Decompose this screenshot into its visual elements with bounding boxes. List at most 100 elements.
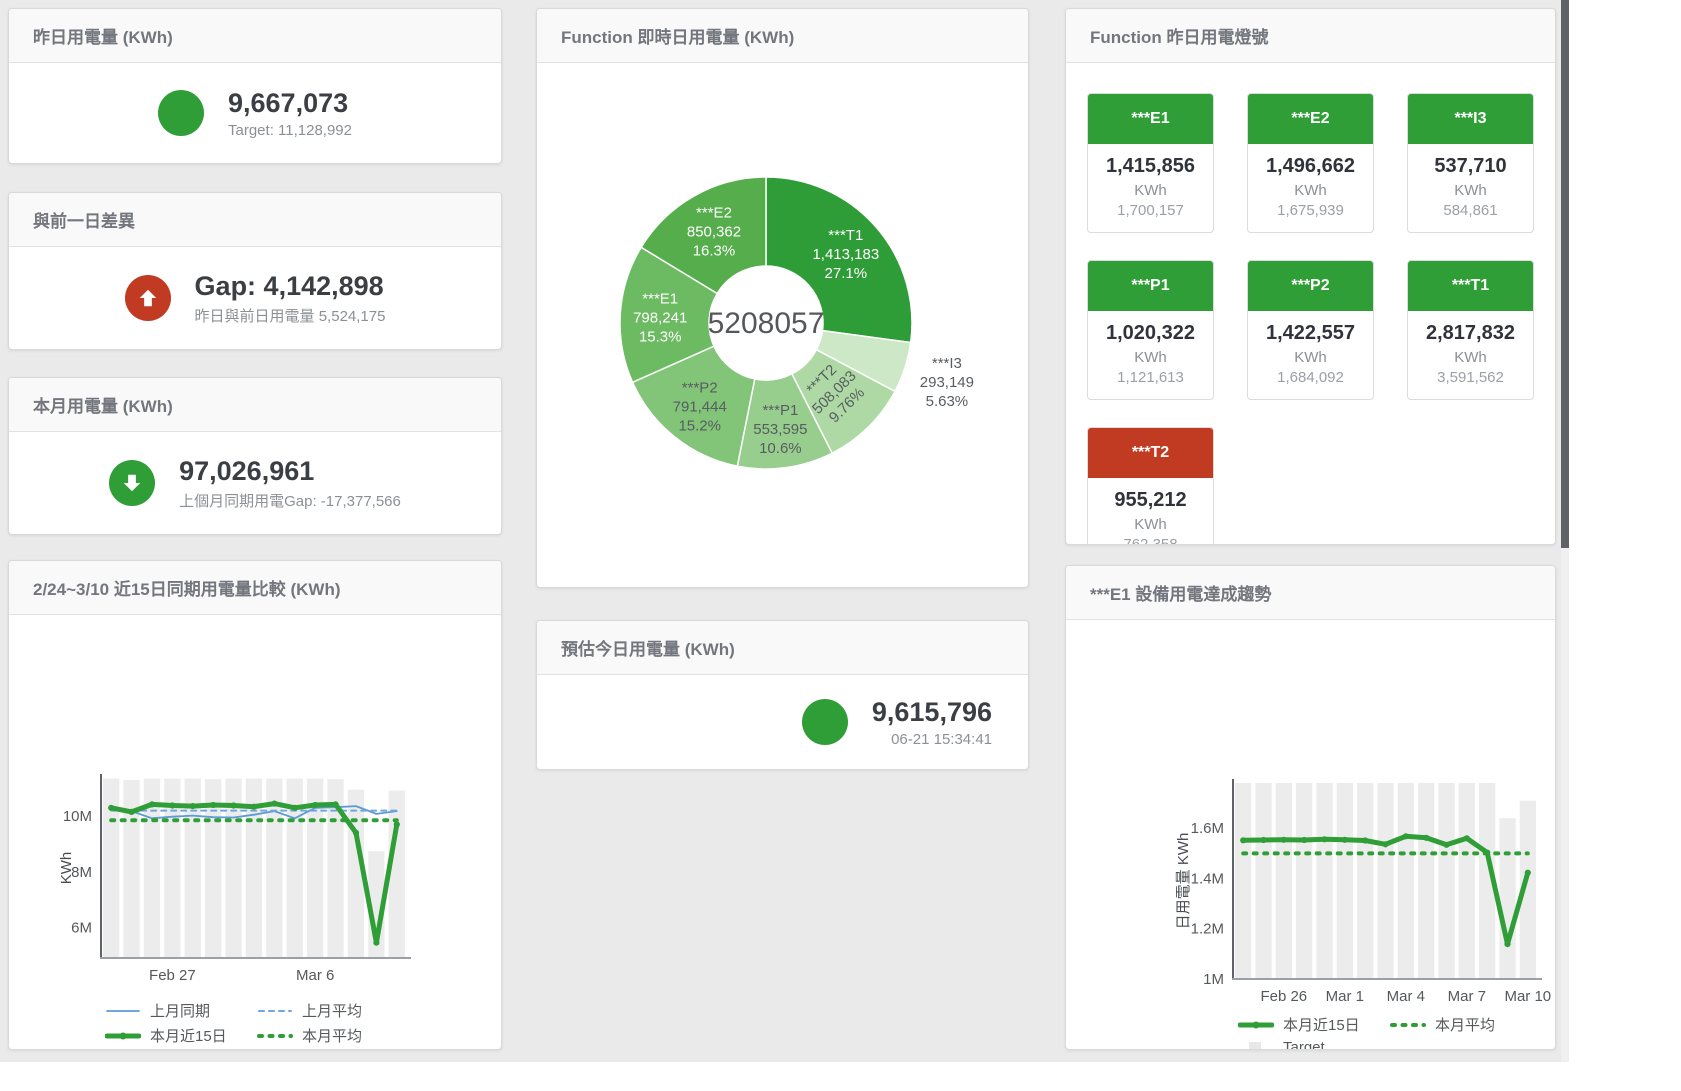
tile-header: ***E2 [1248, 94, 1373, 144]
legend-item[interactable]: 本月平均 [1390, 1014, 1542, 1035]
donut-center-total: 5208057 [708, 307, 825, 340]
tile-value: 1,422,557 [1250, 322, 1371, 345]
legend-line-sample [105, 1003, 141, 1018]
donut-slice-label: ***I3293,1495.63% [920, 355, 974, 410]
target-bars [1235, 783, 1536, 979]
light-tile-t2[interactable]: ***T2 955,212 KWh 762,358 [1087, 427, 1214, 545]
tile-value: 537,710 [1410, 155, 1531, 178]
panel-month-usage: 本月用電量 (KWh) 97,026,961 上個月同期用電Gap: -17,3… [8, 377, 502, 535]
compare-line-chart: 6M8M10MFeb 27Mar 6KWh [9, 615, 501, 991]
x-tick-label: Mar 4 [1387, 988, 1425, 1005]
x-tick-label: Feb 27 [149, 967, 196, 984]
panel-yesterday-usage: 昨日用電量 (KWh) 9,667,073 Target: 11,128,992 [8, 8, 502, 164]
stat-timestamp: 06-21 15:34:41 [872, 731, 992, 748]
tile-value: 955,212 [1090, 489, 1211, 512]
light-tile-p1[interactable]: ***P1 1,020,322 KWh 1,121,613 [1087, 260, 1214, 400]
panel-title: Function 即時日用電量 (KWh) [561, 23, 794, 48]
x-tick-label: Mar 10 [1504, 988, 1551, 1005]
legend-item[interactable]: 本月近15日 [105, 1025, 257, 1046]
compare-chart-legend: 上月同期上月平均本月近15日本月平均Target [105, 1000, 501, 1050]
legend-label: 本月近15日 [1283, 1014, 1360, 1035]
legend-item[interactable]: 上月同期 [105, 1000, 257, 1021]
tile-header: ***P1 [1088, 261, 1213, 311]
arrow-up-circle-icon [125, 275, 171, 321]
stat-subtitle: 上個月同期用電Gap: -17,377,566 [179, 490, 401, 511]
tile-header: ***T1 [1408, 261, 1533, 311]
stat-subtitle: Target: 11,128,992 [228, 122, 352, 139]
legend-label: 上月同期 [150, 1000, 210, 1021]
stat-value: Gap: 4,142,898 [195, 270, 386, 302]
tile-unit: KWh [1090, 349, 1211, 366]
tile-unit: KWh [1410, 182, 1531, 199]
panel-yesterday-lights: Function 昨日用電燈號 ***E1 1,415,856 KWh 1,70… [1065, 8, 1556, 545]
legend-item[interactable]: Target [1238, 1039, 1390, 1050]
tile-target: 3,591,562 [1410, 369, 1531, 386]
legend-label: 上月平均 [302, 1000, 362, 1021]
y-tick-label: 6M [71, 919, 92, 936]
panel-title: 本月用電量 (KWh) [33, 392, 173, 417]
trend-chart-legend: 本月近15日 本月平均 Target [1238, 1014, 1555, 1050]
panel-e1-trend: ***E1 設備用電達成趨勢 1M 1.2M 1.4M 1.6M Feb 26 Mar 1… [1065, 565, 1556, 1050]
tile-value: 1,020,322 [1090, 322, 1211, 345]
panel-title: 昨日用電量 (KWh) [33, 23, 173, 48]
tile-target: 1,121,613 [1090, 369, 1211, 386]
scrollbar-thumb[interactable] [1561, 0, 1569, 548]
y-axis-title: KWh [58, 852, 75, 885]
y-tick-label: 1.2M [1191, 921, 1224, 938]
light-tile-i3[interactable]: ***I3 537,710 KWh 584,861 [1407, 93, 1534, 233]
y-tick-label: 1.4M [1191, 871, 1224, 888]
panel-title: Function 昨日用電燈號 [1090, 23, 1268, 48]
y-tick-label: 10M [63, 808, 92, 825]
x-tick-label: Feb 26 [1260, 988, 1307, 1005]
status-circle-icon [802, 699, 848, 745]
realtime-usage-donut-chart: ***T11,413,18327.1%***I3293,1495.63%***T… [537, 63, 1028, 587]
legend-item[interactable]: 上月平均 [257, 1000, 409, 1021]
tile-value: 2,817,832 [1410, 322, 1531, 345]
legend-line-sample [257, 1003, 293, 1018]
tile-unit: KWh [1090, 516, 1211, 533]
panel-estimate-today: 預估今日用電量 (KWh) 9,615,796 06-21 15:34:41 [536, 620, 1029, 770]
tile-value: 1,415,856 [1090, 155, 1211, 178]
tile-unit: KWh [1250, 349, 1371, 366]
tile-header: ***P2 [1248, 261, 1373, 311]
tile-target: 762,358 [1090, 536, 1211, 545]
legend-item[interactable]: 本月平均 [257, 1025, 409, 1046]
legend-item[interactable]: 本月近15日 [1238, 1014, 1390, 1035]
panel-compare-chart: 2/24~3/10 近15日同期用電量比較 (KWh) 6M8M10MFeb 2… [8, 560, 502, 1050]
tile-header: ***T2 [1088, 428, 1213, 478]
legend-label: 本月近15日 [150, 1025, 227, 1046]
legend-label: Target [1283, 1039, 1325, 1050]
tile-header: ***I3 [1408, 94, 1533, 144]
tile-unit: KWh [1410, 349, 1531, 366]
tile-target: 584,861 [1410, 202, 1531, 219]
tile-unit: KWh [1090, 182, 1211, 199]
legend-line-sample [1390, 1017, 1426, 1032]
panel-title: 預估今日用電量 (KWh) [561, 635, 735, 660]
tile-target: 1,684,092 [1250, 369, 1371, 386]
x-tick-label: Mar 7 [1448, 988, 1486, 1005]
panel-title: ***E1 設備用電達成趨勢 [1090, 580, 1271, 605]
light-tile-e2[interactable]: ***E2 1,496,662 KWh 1,675,939 [1247, 93, 1374, 233]
legend-line-sample [105, 1028, 141, 1043]
tile-unit: KWh [1250, 182, 1371, 199]
legend-target-sample [1238, 1040, 1274, 1050]
stat-value: 9,667,073 [228, 87, 352, 119]
e1-trend-line-chart: 1M1.2M1.4M1.6MFeb 26Mar 1Mar 4Mar 7Mar 1… [1066, 620, 1555, 1005]
tile-header: ***E1 [1088, 94, 1213, 144]
legend-line-sample [257, 1028, 293, 1043]
light-tile-p2[interactable]: ***P2 1,422,557 KWh 1,684,092 [1247, 260, 1374, 400]
panel-day-gap: 與前一日差異 Gap: 4,142,898 昨日與前日用電量 5,524,175 [8, 192, 502, 350]
light-tile-e1[interactable]: ***E1 1,415,856 KWh 1,700,157 [1087, 93, 1214, 233]
panel-title: 2/24~3/10 近15日同期用電量比較 (KWh) [33, 575, 341, 600]
tile-value: 1,496,662 [1250, 155, 1371, 178]
y-tick-label: 1.6M [1191, 820, 1224, 837]
panel-realtime-donut: Function 即時日用電量 (KWh) ***T11,413,18327.1… [536, 8, 1029, 588]
tile-target: 1,675,939 [1250, 202, 1371, 219]
stat-value: 9,615,796 [872, 696, 992, 728]
legend-label: 本月平均 [1435, 1014, 1495, 1035]
status-circle-icon [158, 90, 204, 136]
x-tick-label: Mar 6 [296, 967, 334, 984]
panel-title: 與前一日差異 [33, 207, 135, 232]
light-tile-t1[interactable]: ***T1 2,817,832 KWh 3,591,562 [1407, 260, 1534, 400]
y-tick-label: 1M [1203, 971, 1224, 988]
